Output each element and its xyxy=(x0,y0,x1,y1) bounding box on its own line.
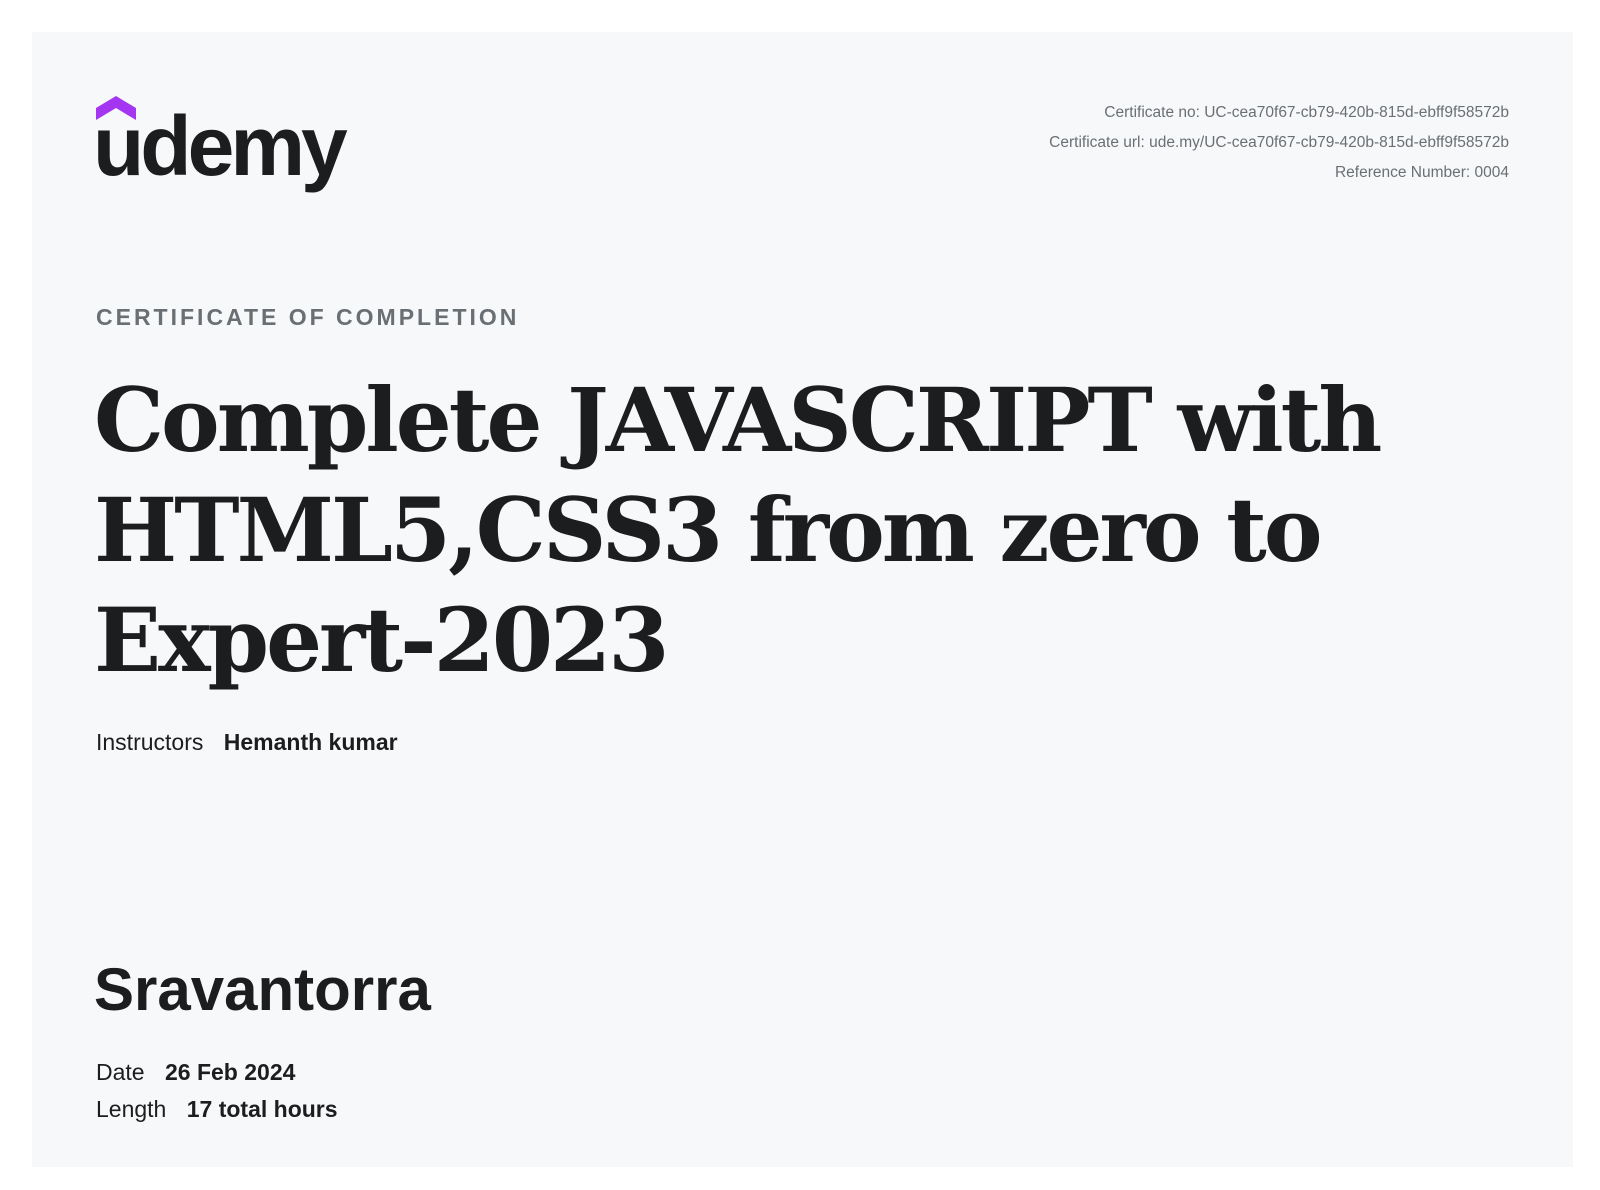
udemy-logo: udemy xyxy=(96,96,358,194)
length-label: Length xyxy=(96,1096,167,1122)
certificate-meta: Certificate no: UC-cea70f67-cb79-420b-81… xyxy=(1049,98,1509,188)
date-line: Date 26 Feb 2024 xyxy=(96,1059,295,1086)
certificate-url: Certificate url: ude.my/UC-cea70f67-cb79… xyxy=(1049,134,1509,151)
instructors-line: Instructors Hemanth kumar xyxy=(96,729,398,756)
logo-wordmark: udemy xyxy=(96,99,348,193)
instructors-value: Hemanth kumar xyxy=(223,729,398,755)
date-label: Date xyxy=(96,1059,145,1085)
length-value: 17 total hours xyxy=(186,1096,338,1122)
certificate: udemy Certificate no: UC-cea70f67-cb79-4… xyxy=(32,32,1573,1167)
certificate-number: Certificate no: UC-cea70f67-cb79-420b-81… xyxy=(1104,104,1509,121)
course-title: Complete JAVASCRIPT with HTML5,CSS3 from… xyxy=(94,368,1382,692)
length-line: Length 17 total hours xyxy=(96,1096,338,1123)
instructors-label: Instructors xyxy=(96,729,204,755)
reference-number: Reference Number: 0004 xyxy=(1334,164,1509,181)
date-value: 26 Feb 2024 xyxy=(164,1059,296,1085)
student-name: Sravantorra xyxy=(94,956,431,1023)
certificate-heading: CERTIFICATE OF COMPLETION xyxy=(96,304,520,330)
